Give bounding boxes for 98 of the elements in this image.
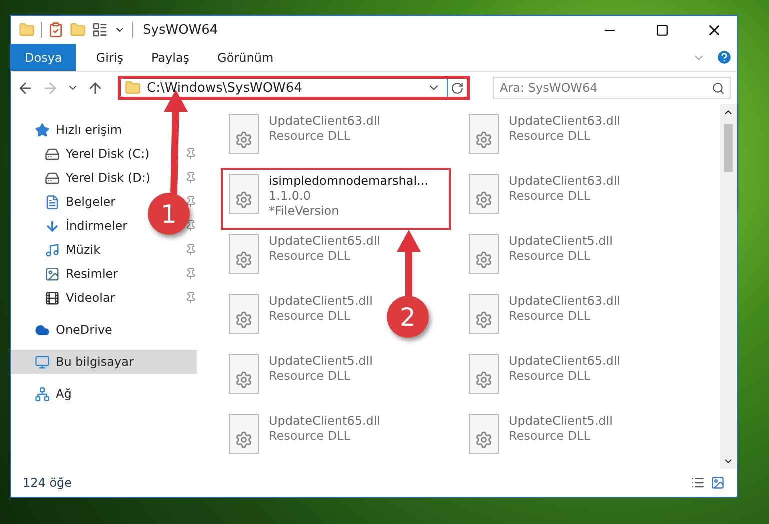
pin-icon[interactable]: [185, 268, 197, 280]
file-detail: *FileVersion: [269, 204, 340, 218]
document-icon: [45, 194, 60, 210]
file-detail: Resource DLL: [509, 429, 592, 443]
file-item[interactable]: UpdateClient5.dll Resource DLL: [463, 230, 619, 288]
drive-icon: [45, 170, 60, 186]
ribbon-tab[interactable]: Dosya: [11, 44, 76, 71]
sidebar-item[interactable]: Yerel Disk (C:): [11, 142, 158, 166]
sidebar-item[interactable]: Ağ: [11, 382, 80, 406]
scrollbar[interactable]: [720, 104, 737, 469]
properties-icon[interactable]: [48, 22, 64, 38]
file-name: UpdateClient5.dll: [269, 294, 373, 308]
file-detail: 1.1.0.0: [269, 189, 312, 203]
cloud-icon: [35, 322, 50, 338]
pin-icon[interactable]: [185, 196, 197, 208]
dll-file-icon: [469, 294, 499, 334]
file-detail: Resource DLL: [269, 309, 352, 323]
star-icon: [35, 122, 50, 138]
sidebar-item[interactable]: Belgeler: [11, 190, 124, 214]
file-name: UpdateClient63.dll: [509, 114, 621, 128]
monitor-icon: [35, 354, 50, 370]
sidebar-item[interactable]: Resimler: [11, 262, 126, 286]
file-item[interactable]: UpdateClient65.dll Resource DLL: [463, 350, 627, 408]
ribbon-tab[interactable]: Giriş: [82, 44, 138, 71]
item-count: 124 öğe: [23, 476, 74, 490]
file-name: UpdateClient65.dll: [269, 414, 381, 428]
tiles-view-icon[interactable]: [711, 476, 725, 490]
pin-icon[interactable]: [185, 148, 197, 160]
details-view-icon[interactable]: [691, 476, 705, 490]
ribbon-tab[interactable]: Paylaş: [137, 44, 204, 71]
file-item[interactable]: isimpledomnodemarshal... 1.1.0.0 *FileVersion: [223, 170, 449, 228]
scrollbar-thumb[interactable]: [724, 124, 733, 172]
dll-file-icon: [469, 174, 499, 214]
drive-icon: [45, 146, 60, 162]
file-name: UpdateClient5.dll: [509, 414, 613, 428]
file-detail: Resource DLL: [509, 189, 592, 203]
file-item[interactable]: UpdateClient5.dll Resource DLL: [463, 410, 619, 468]
file-name: UpdateClient63.dll: [509, 294, 621, 308]
ribbon-tab[interactable]: Görünüm: [204, 44, 288, 71]
pin-icon[interactable]: [185, 220, 197, 232]
music-note-icon: [45, 242, 60, 258]
sidebar-item[interactable]: Yerel Disk (D:): [11, 166, 159, 190]
help-icon[interactable]: [716, 49, 733, 66]
dll-file-icon: [469, 114, 499, 154]
file-item[interactable]: UpdateClient63.dll Resource DLL: [223, 110, 387, 168]
file-name: UpdateClient5.dll: [269, 354, 373, 368]
dll-file-icon: [229, 294, 259, 334]
sidebar-item[interactable]: Videolar: [11, 286, 124, 310]
picture-icon: [45, 266, 60, 282]
file-detail: Resource DLL: [509, 309, 592, 323]
file-name: UpdateClient65.dll: [269, 234, 381, 248]
file-detail: Resource DLL: [269, 429, 352, 443]
pin-icon[interactable]: [185, 172, 197, 184]
file-name: isimpledomnodemarshal...: [269, 174, 429, 188]
file-detail: Resource DLL: [509, 249, 592, 263]
file-item[interactable]: UpdateClient63.dll Resource DLL: [463, 110, 627, 168]
sidebar-item[interactable]: OneDrive: [11, 318, 120, 342]
file-detail: Resource DLL: [269, 369, 352, 383]
file-name: UpdateClient63.dll: [509, 174, 621, 188]
sidebar-item[interactable]: İndirmeler: [11, 214, 136, 238]
sidebar-item[interactable]: Müzik: [11, 238, 109, 262]
file-item[interactable]: UpdateClient63.dll Resource DLL: [463, 170, 627, 228]
sidebar-item[interactable]: Bu bilgisayar: [11, 350, 197, 374]
down-arrow-icon: [45, 218, 60, 234]
pin-icon[interactable]: [185, 244, 197, 256]
file-detail: Resource DLL: [269, 249, 352, 263]
file-name: UpdateClient65.dll: [509, 354, 621, 368]
dll-file-icon: [229, 174, 259, 214]
file-item[interactable]: UpdateClient65.dll Resource DLL: [223, 410, 387, 468]
dll-file-icon: [469, 354, 499, 394]
dll-file-icon: [229, 354, 259, 394]
dll-file-icon: [229, 114, 259, 154]
window-title: SysWOW64: [143, 22, 218, 38]
arrow: [397, 230, 421, 298]
file-name: UpdateClient5.dll: [509, 234, 613, 248]
file-item[interactable]: UpdateClient5.dll Resource DLL: [223, 290, 379, 348]
file-name: UpdateClient63.dll: [269, 114, 381, 128]
refresh-icon: [451, 82, 464, 94]
file-item[interactable]: UpdateClient65.dll Resource DLL: [223, 230, 387, 288]
folder-icon: [125, 80, 141, 96]
dll-file-icon: [469, 234, 499, 274]
file-detail: Resource DLL: [509, 369, 592, 383]
layout-icon[interactable]: [92, 22, 108, 38]
dll-file-icon: [229, 414, 259, 454]
file-detail: Resource DLL: [509, 129, 592, 143]
film-icon: [45, 290, 60, 306]
sidebar-item[interactable]: Hızlı erişim: [11, 118, 130, 142]
search-icon: [712, 82, 725, 95]
address-field[interactable]: C:\Windows\SysWOW64: [118, 76, 470, 100]
maximize-icon: [656, 24, 668, 36]
search-field[interactable]: Ara: SysWOW64: [493, 77, 731, 99]
pin-icon[interactable]: [185, 292, 197, 304]
dll-file-icon: [469, 414, 499, 454]
file-item[interactable]: UpdateClient63.dll Resource DLL: [463, 290, 627, 348]
dll-file-icon: [229, 234, 259, 274]
network-icon: [35, 386, 50, 402]
file-item[interactable]: UpdateClient5.dll Resource DLL: [223, 350, 379, 408]
file-detail: Resource DLL: [269, 129, 352, 143]
